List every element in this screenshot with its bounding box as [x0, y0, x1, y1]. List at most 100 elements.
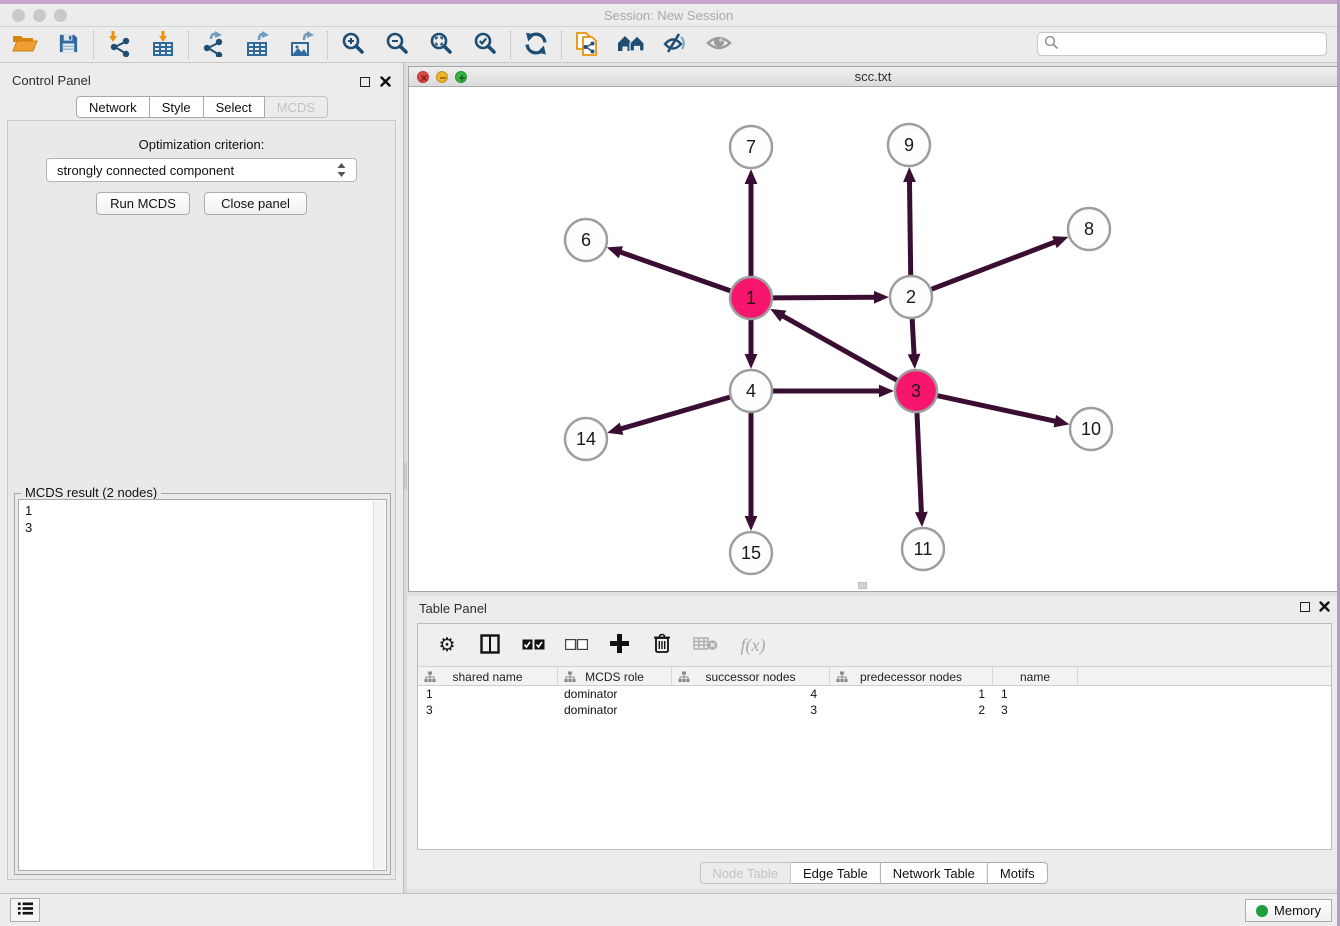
- float-panel-icon[interactable]: [360, 77, 370, 87]
- optimization-criterion-label: Optimization criterion:: [8, 137, 395, 152]
- mcds-result-list[interactable]: 1 3: [18, 499, 387, 871]
- column-header-shared-name[interactable]: shared name: [418, 667, 558, 686]
- graph-node-label-4: 4: [746, 381, 756, 401]
- result-scrollbar[interactable]: [373, 501, 385, 869]
- delete-table-button: [692, 632, 718, 658]
- graph-edge-3-11[interactable]: [917, 413, 921, 513]
- graph-node-label-9: 9: [904, 135, 914, 155]
- zoom-in-button[interactable]: [337, 30, 369, 60]
- select-all-button[interactable]: [520, 632, 546, 658]
- open-cyndex-button[interactable]: [615, 30, 647, 60]
- close-panel-button[interactable]: Close panel: [204, 192, 307, 215]
- graph-edge-4-14[interactable]: [621, 397, 730, 429]
- zoom-fit-button[interactable]: [425, 30, 457, 60]
- close-panel-icon[interactable]: [379, 75, 392, 90]
- graph-node-label-11: 11: [914, 539, 933, 559]
- column-header-successor-nodes[interactable]: successor nodes: [672, 667, 830, 686]
- graph-node-label-14: 14: [576, 429, 596, 449]
- new-network-from-selection-button[interactable]: [571, 30, 603, 60]
- table-settings-button[interactable]: ⚙: [434, 632, 460, 658]
- save-session-button[interactable]: [52, 30, 84, 60]
- table-toolbar: ⚙: [418, 624, 1331, 667]
- network-window-title: scc.txt: [409, 69, 1337, 84]
- hide-graphics-details-button[interactable]: [659, 30, 691, 60]
- graph-node-label-2: 2: [906, 287, 916, 307]
- graph-node-label-7: 7: [746, 137, 756, 157]
- add-column-button[interactable]: [606, 632, 632, 658]
- mcds-tab-content: Optimization criterion: strongly connect…: [7, 120, 396, 880]
- show-graphics-details-button[interactable]: [703, 30, 735, 60]
- table-body: 1 dominator 4 1 1 3 dominator 3 2 3: [418, 686, 1331, 849]
- criterion-select[interactable]: strongly connected component: [46, 158, 357, 182]
- delete-column-button[interactable]: [649, 632, 675, 658]
- toolbar-separator: [510, 31, 511, 59]
- export-image-icon: [289, 30, 315, 60]
- export-network-icon: [201, 30, 227, 60]
- tab-select[interactable]: Select: [204, 96, 265, 118]
- graph-edge-1-6[interactable]: [620, 252, 730, 291]
- column-header-filler: [1078, 667, 1331, 686]
- delete-table-icon: [693, 636, 718, 654]
- graph-edge-1-2[interactable]: [773, 297, 875, 298]
- apply-layout-button[interactable]: [520, 30, 552, 60]
- open-session-button[interactable]: [8, 30, 40, 60]
- control-panel-title: Control Panel: [12, 73, 91, 88]
- import-table-icon: [150, 30, 176, 60]
- mcds-result-group: MCDS result (2 nodes) 1 3: [14, 493, 391, 875]
- graph-edge-3-1[interactable]: [782, 316, 896, 381]
- graph-edge-2-8[interactable]: [932, 242, 1056, 289]
- open-folder-icon: [11, 31, 38, 58]
- column-header-mcds-role[interactable]: MCDS role: [558, 667, 672, 686]
- close-table-panel-icon[interactable]: [1318, 600, 1331, 615]
- eye-icon: [705, 31, 733, 58]
- tree-icon: [678, 671, 690, 686]
- show-columns-button[interactable]: [477, 632, 503, 658]
- zoom-in-icon: [341, 31, 365, 58]
- column-header-predecessor-nodes[interactable]: predecessor nodes: [830, 667, 993, 686]
- column-header-name[interactable]: name: [993, 667, 1078, 686]
- graph-edge-2-3[interactable]: [912, 319, 914, 355]
- table-row[interactable]: 3 dominator 3 2 3: [418, 702, 1331, 718]
- zoom-selected-button[interactable]: [469, 30, 501, 60]
- import-network-icon: [106, 30, 132, 60]
- search-field[interactable]: [1037, 32, 1327, 56]
- export-table-icon: [245, 30, 271, 60]
- export-table-button[interactable]: [242, 30, 274, 60]
- tab-network[interactable]: Network: [76, 96, 150, 118]
- float-table-panel-icon[interactable]: [1300, 602, 1310, 612]
- run-mcds-button[interactable]: Run MCDS: [96, 192, 190, 215]
- deselect-all-button[interactable]: [563, 632, 589, 658]
- zoom-out-button[interactable]: [381, 30, 413, 60]
- memory-button[interactable]: Memory: [1245, 899, 1332, 922]
- graph-edge-3-10[interactable]: [937, 396, 1055, 422]
- table-row[interactable]: 1 dominator 4 1 1: [418, 686, 1331, 702]
- app-title: Session: New Session: [0, 8, 1337, 23]
- tab-style[interactable]: Style: [150, 96, 204, 118]
- task-history-button[interactable]: [10, 898, 40, 922]
- graph-node-label-10: 10: [1081, 419, 1101, 439]
- canvas-scrollbar-grip[interactable]: [858, 582, 867, 589]
- import-network-button[interactable]: [103, 30, 135, 60]
- function-icon: f(x): [741, 635, 766, 656]
- import-table-button[interactable]: [147, 30, 179, 60]
- memory-label: Memory: [1274, 903, 1321, 918]
- toolbar-separator: [93, 31, 94, 59]
- save-disk-icon: [57, 32, 80, 58]
- network-canvas[interactable]: 7968124314101511: [409, 87, 1337, 591]
- tab-edge-table[interactable]: Edge Table: [791, 862, 881, 884]
- search-input[interactable]: [1059, 37, 1320, 52]
- graph-node-label-8: 8: [1084, 219, 1094, 239]
- tab-motifs[interactable]: Motifs: [988, 862, 1048, 884]
- export-network-button[interactable]: [198, 30, 230, 60]
- tab-network-table[interactable]: Network Table: [881, 862, 988, 884]
- criterion-value: strongly connected component: [57, 163, 337, 178]
- gear-icon: ⚙: [438, 634, 455, 656]
- tab-node-table[interactable]: Node Table: [699, 862, 791, 884]
- toolbar-separator: [561, 31, 562, 59]
- table-panel-title: Table Panel: [419, 601, 487, 616]
- control-panel: Control Panel Network Style Select MCDS …: [0, 63, 403, 893]
- export-image-button[interactable]: [286, 30, 318, 60]
- plus-icon: [610, 634, 629, 656]
- tab-mcds[interactable]: MCDS: [265, 96, 328, 118]
- graph-edge-2-9[interactable]: [909, 181, 910, 275]
